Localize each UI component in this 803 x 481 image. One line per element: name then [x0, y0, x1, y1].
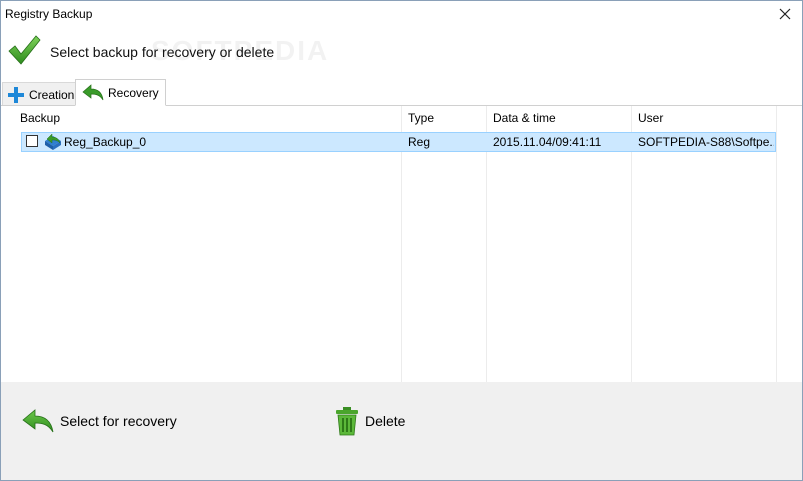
registry-backup-window: Registry Backup SOFTPEDIA Select backup …	[0, 0, 803, 481]
table-row[interactable]: Reg_Backup_0 Reg 2015.11.04/09:41:11 SOF…	[21, 132, 776, 152]
tab-creation-label: Creation	[29, 87, 75, 102]
delete-button[interactable]: Delete	[335, 404, 405, 438]
trash-icon	[336, 407, 358, 436]
column-header-backup[interactable]: Backup	[14, 106, 401, 130]
select-for-recovery-label: Select for recovery	[60, 413, 177, 429]
registry-backup-icon	[45, 133, 61, 150]
tab-creation[interactable]: Creation	[2, 82, 80, 106]
backup-user: SOFTPEDIA-S88\Softpe...	[638, 135, 774, 149]
instruction-header: SOFTPEDIA Select backup for recovery or …	[1, 29, 802, 75]
close-icon	[779, 8, 791, 20]
checkmark-icon	[8, 35, 41, 65]
window-title: Registry Backup	[5, 7, 93, 21]
tab-recovery[interactable]: Recovery	[75, 79, 166, 106]
column-header-user[interactable]: User	[632, 106, 776, 130]
back-arrow-icon	[22, 409, 54, 433]
backup-name: Reg_Backup_0	[64, 135, 147, 149]
column-header-datetime[interactable]: Data & time	[487, 106, 631, 130]
back-arrow-icon	[82, 83, 104, 100]
backup-list[interactable]: Backup Type Data & time User Reg_Backup_…	[1, 106, 802, 382]
action-footer: Select for recovery Delete	[1, 382, 802, 480]
row-checkbox[interactable]	[26, 135, 38, 147]
tab-strip: Creation Recovery	[1, 79, 802, 106]
column-divider	[776, 106, 777, 382]
close-button[interactable]	[768, 1, 802, 27]
select-for-recovery-button[interactable]: Select for recovery	[22, 404, 177, 438]
column-header-type[interactable]: Type	[402, 106, 486, 130]
backup-type: Reg	[408, 135, 431, 149]
instruction-text: Select backup for recovery or delete	[50, 44, 275, 60]
backup-datetime: 2015.11.04/09:41:11	[493, 135, 602, 149]
title-bar[interactable]: Registry Backup	[1, 1, 802, 27]
plus-icon	[8, 86, 24, 103]
delete-label: Delete	[365, 413, 406, 429]
tab-recovery-label: Recovery	[108, 85, 159, 100]
list-header: Backup Type Data & time User	[1, 106, 802, 130]
